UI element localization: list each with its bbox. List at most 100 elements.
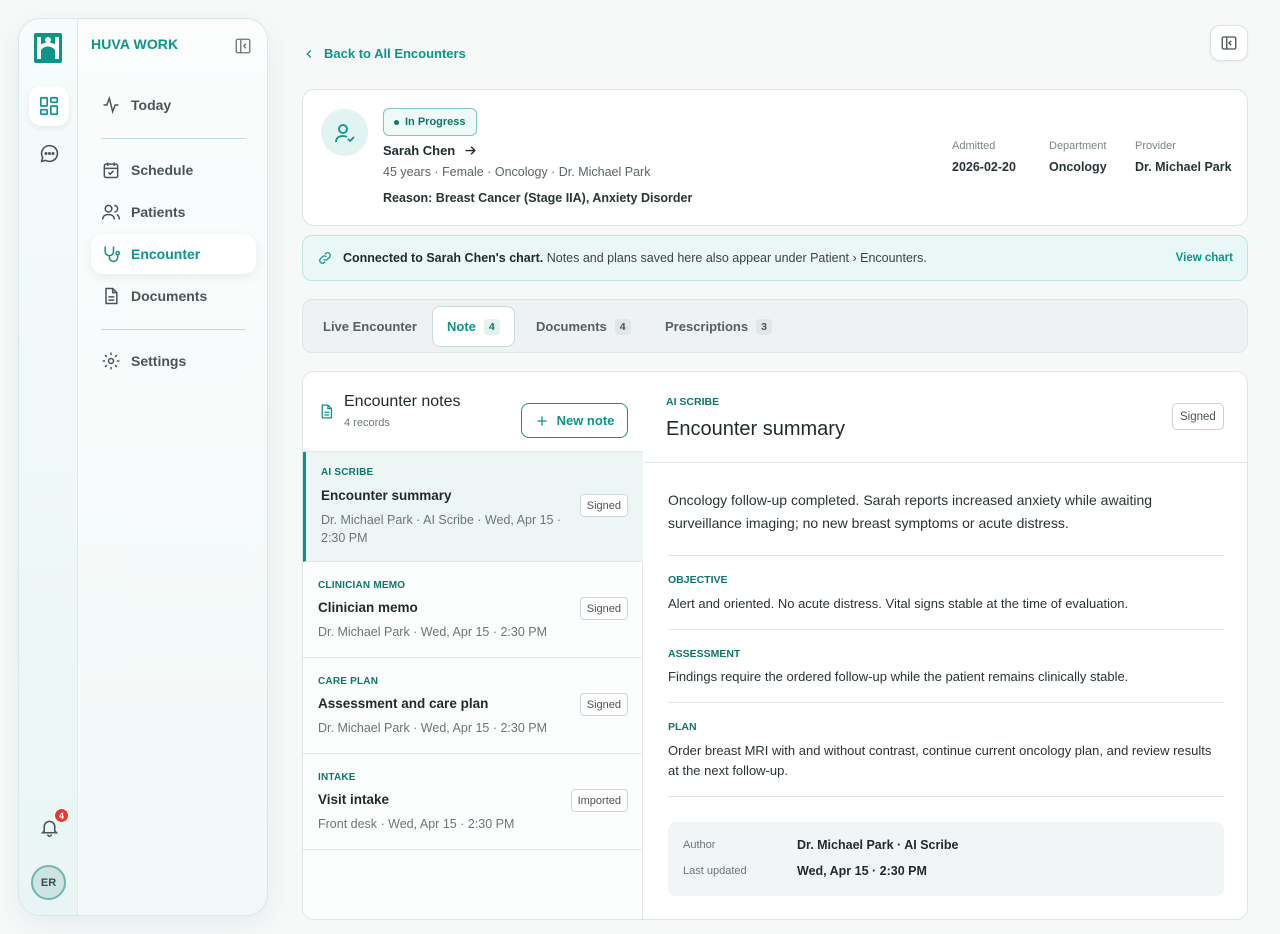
tab-label: Documents <box>536 319 607 334</box>
toggle-panel-button[interactable] <box>1210 25 1248 61</box>
section-text-assessment: Findings require the ordered follow-up w… <box>668 669 1129 684</box>
section-title-objective: OBJECTIVE <box>668 574 728 586</box>
sidebar-item-label: Schedule <box>131 162 194 178</box>
gear-icon <box>102 352 120 370</box>
link-icon <box>319 252 331 264</box>
sidebar-item-encounter[interactable]: Encounter <box>91 234 256 274</box>
collapse-sidebar-icon[interactable] <box>234 37 252 55</box>
section-title-plan: PLAN <box>668 721 697 733</box>
sidebar-item-schedule[interactable]: Schedule <box>91 150 256 190</box>
calendar-check-icon <box>103 162 119 179</box>
section-divider <box>668 555 1224 556</box>
note-meta: Dr. Michael Park · Wed, Apr 15 · 2:30 PM <box>318 625 548 639</box>
nav-divider <box>101 138 246 139</box>
tab-live-encounter[interactable]: Live Encounter <box>309 306 431 347</box>
tab-prescriptions[interactable]: Prescriptions 3 <box>651 306 786 347</box>
stat-admitted: Admitted 2026-02-20 <box>952 140 1016 174</box>
author-value: Dr. Michael Park · AI Scribe <box>797 838 959 852</box>
new-note-button[interactable]: New note <box>521 403 628 438</box>
section-text-plan: Order breast MRI with and without contra… <box>668 743 1212 778</box>
panel-collapse-icon <box>1221 36 1237 50</box>
chart-connection-banner: Connected to Sarah Chen's chart. Notes a… <box>302 235 1248 281</box>
messages-rail-button[interactable] <box>29 133 69 173</box>
patient-card: In Progress Sarah Chen 45 years · Female… <box>302 89 1248 226</box>
note-status-badge: Signed <box>579 597 628 620</box>
view-chart-link[interactable]: View chart <box>1176 252 1233 264</box>
plus-icon <box>536 415 547 426</box>
file-text-icon <box>321 404 333 419</box>
sidebar-item-patients[interactable]: Patients <box>91 192 256 232</box>
icon-rail: 4 ER <box>19 19 78 915</box>
app-logo <box>34 33 62 63</box>
notes-list-title: Encounter notes <box>344 393 461 410</box>
section-text-objective: Alert and oriented. No acute distress. V… <box>668 596 1129 611</box>
list-item[interactable]: CARE PLAN Assessment and care plan Dr. M… <box>303 658 643 754</box>
list-item[interactable]: AI SCRIBE Encounter summary Dr. Michael … <box>303 452 643 562</box>
note-status-badge: Imported <box>570 789 628 812</box>
tab-count: 3 <box>756 318 772 335</box>
stat-label: Admitted <box>952 140 996 152</box>
banner-detail: Notes and plans saved here also appear u… <box>546 251 927 265</box>
notes-card: Encounter notes 4 records New note AI SC… <box>302 371 1248 920</box>
user-avatar[interactable]: ER <box>31 865 66 900</box>
tab-label: Prescriptions <box>665 319 749 334</box>
encounter-tabs: Live Encounter Note 4 Documents 4 Prescr… <box>302 299 1248 353</box>
tab-note[interactable]: Note 4 <box>432 306 515 347</box>
sidebar-item-documents[interactable]: Documents <box>91 276 256 316</box>
author-label: Author <box>683 839 716 851</box>
sidebar-item-settings[interactable]: Settings <box>91 341 256 381</box>
sidebar-item-label: Encounter <box>131 246 201 262</box>
patient-avatar <box>321 109 368 156</box>
notes-count: 4 records <box>344 417 390 429</box>
note-meta: Dr. Michael Park · AI Scribe · Wed, Apr … <box>321 513 562 545</box>
stat-label: Department <box>1049 140 1107 152</box>
back-label: Back to All Encounters <box>324 46 466 61</box>
sidebar-item-label: Today <box>131 97 172 113</box>
stat-value: Dr. Michael Park <box>1135 160 1232 174</box>
note-status-badge: Signed <box>579 494 628 517</box>
tab-documents[interactable]: Documents 4 <box>522 306 645 347</box>
user-check-icon <box>334 123 355 142</box>
patient-name-link[interactable]: Sarah Chen <box>383 143 478 158</box>
stat-label: Provider <box>1135 140 1176 152</box>
note-detail-header: AI SCRIBE Encounter summary Signed <box>644 372 1247 463</box>
note-detail: AI SCRIBE Encounter summary Signed Oncol… <box>644 372 1247 919</box>
patient-name: Sarah Chen <box>383 143 456 158</box>
note-type: AI SCRIBE <box>321 467 374 478</box>
note-metadata: Author Dr. Michael Park · AI Scribe Last… <box>668 822 1224 896</box>
brand-name: HUVA WORK <box>91 36 179 52</box>
tab-count: 4 <box>483 318 500 335</box>
tab-label: Note <box>447 319 476 334</box>
list-item[interactable]: INTAKE Visit intake Front desk · Wed, Ap… <box>303 754 643 850</box>
note-title: Assessment and care plan <box>318 696 489 711</box>
section-title-assessment: ASSESSMENT <box>668 648 741 660</box>
note-type: CLINICIAN MEMO <box>318 580 406 591</box>
banner-text: Connected to Sarah Chen's chart. Notes a… <box>343 251 927 265</box>
stat-department: Department Oncology <box>1049 140 1107 174</box>
notification-badge: 4 <box>54 808 69 823</box>
note-title: Visit intake <box>318 792 390 807</box>
notes-list-header: Encounter notes 4 records New note <box>303 372 643 452</box>
sidebar: 4 ER HUVA WORK Today Schedule Patients E… <box>18 18 268 916</box>
sidebar-item-today[interactable]: Today <box>91 85 256 125</box>
sidebar-item-label: Settings <box>131 353 187 369</box>
status-dot <box>394 119 399 125</box>
stat-value: Oncology <box>1049 160 1107 174</box>
status-badge: In Progress <box>383 108 477 136</box>
patient-meta: 45 years · Female · Oncology · Dr. Micha… <box>383 165 651 179</box>
stat-provider: Provider Dr. Michael Park <box>1135 140 1232 174</box>
banner-bold: Connected to Sarah Chen's chart. <box>343 251 544 265</box>
detail-note-type: AI SCRIBE <box>666 396 720 408</box>
list-item[interactable]: CLINICIAN MEMO Clinician memo Dr. Michae… <box>303 562 643 658</box>
nav-divider <box>101 329 246 330</box>
dashboard-rail-button[interactable] <box>29 86 69 126</box>
grid-icon <box>39 96 59 116</box>
section-divider <box>668 702 1224 703</box>
stethoscope-icon <box>104 246 121 263</box>
notes-list: Encounter notes 4 records New note AI SC… <box>303 372 643 919</box>
detail-status-badge: Signed <box>1172 403 1224 430</box>
users-icon <box>101 204 121 220</box>
back-link[interactable]: Back to All Encounters <box>302 46 466 61</box>
detail-title: Encounter summary <box>666 418 845 440</box>
chat-icon <box>40 144 58 162</box>
